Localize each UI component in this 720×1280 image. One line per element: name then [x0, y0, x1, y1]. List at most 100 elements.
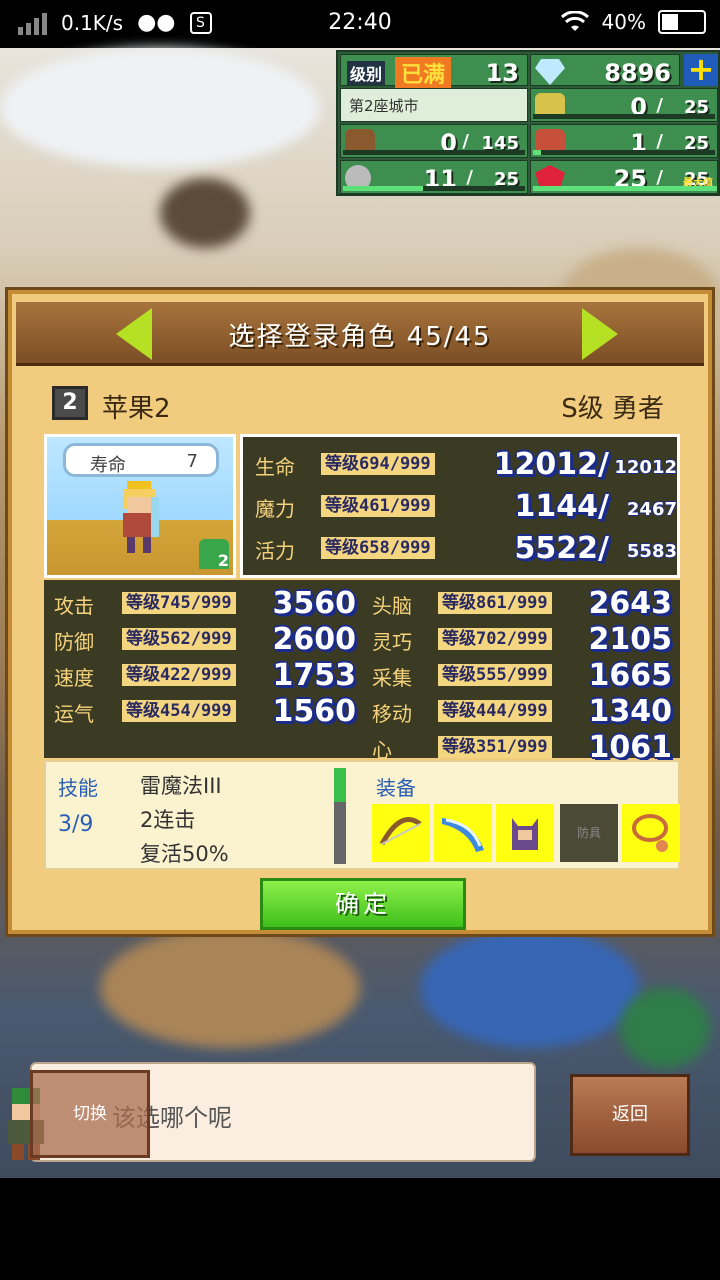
vital-max: 12012 — [614, 457, 677, 478]
skill-item[interactable]: 雷魔法III — [140, 770, 222, 800]
attribute-label: 心 — [372, 738, 392, 762]
attribute-row: 运气 等级454/999 1560 — [44, 694, 362, 730]
attribute-stats-panel: 攻击 等级745/999 3560 防御 等级562/999 2600 速度 等级422/99… — [44, 580, 680, 765]
attribute-label: 头脑 — [372, 594, 412, 618]
wood-cell: 0 / 145 — [340, 124, 528, 158]
attribute-value: 3560 — [272, 586, 357, 621]
attribute-label: 灵巧 — [372, 630, 412, 654]
battery-icon — [658, 10, 706, 34]
attribute-row: 采集 等级555/999 1665 — [362, 658, 680, 694]
stone-cell: 11 / 25 — [340, 160, 528, 194]
rank-cell: 级别 已满 13 — [340, 54, 528, 89]
attribute-level: 等级861/999 — [438, 592, 552, 614]
attribute-row: 防御 等级562/999 2600 — [44, 622, 362, 658]
character-portrait[interactable]: 寿命 7 2 — [44, 434, 236, 578]
vital-row: 生命 等级694/999 12012/12012 — [243, 447, 683, 483]
attribute-row: 灵巧 等级702/999 2105 — [362, 622, 680, 658]
attribute-value: 1340 — [588, 694, 673, 729]
confirm-button[interactable]: 确定 — [260, 878, 466, 930]
empty-armor-slot[interactable]: 防具 — [560, 804, 618, 862]
attribute-level: 等级562/999 — [122, 628, 236, 650]
gem-cell: 8896 — [530, 54, 680, 87]
generation-level-icon: 2 — [52, 386, 88, 420]
lifespan-value: 7 — [186, 451, 198, 472]
attribute-label: 移动 — [372, 702, 412, 726]
attribute-level: 等级555/999 — [438, 664, 552, 686]
screen-bottom-bar — [0, 1178, 720, 1280]
attribute-label: 攻击 — [54, 594, 94, 618]
gem-count: 8896 — [604, 59, 671, 87]
skills-scrollbar[interactable] — [334, 768, 346, 864]
lifespan-badge: 寿命 7 — [63, 443, 219, 477]
vital-row: 魔力 等级461/999 1144/2467 — [243, 489, 683, 525]
food-separator: / — [656, 131, 663, 152]
skills-label: 技能 — [58, 776, 98, 800]
switch-button[interactable]: 切换 — [30, 1070, 150, 1158]
skill-item[interactable]: 2连击 — [140, 804, 195, 834]
back-button[interactable]: 返回 — [570, 1074, 690, 1156]
attribute-level: 等级702/999 — [438, 628, 552, 650]
attribute-value: 1753 — [272, 658, 357, 693]
hero-sprite-icon — [123, 481, 159, 553]
attribute-row: 头脑 等级861/999 2643 — [362, 586, 680, 622]
crop-separator: / — [656, 95, 663, 116]
attribute-label: 采集 — [372, 666, 412, 690]
bow-icon[interactable] — [372, 804, 430, 862]
character-select-dialog: 选择登录角色 45/45 2 苹果2 S级 勇者 寿命 7 2 生命 等级694/… — [8, 290, 712, 934]
wood-separator: / — [462, 131, 469, 152]
skills-count: 3/9 — [58, 812, 94, 837]
attribute-level: 等级745/999 — [122, 592, 236, 614]
dialog-header: 选择登录角色 45/45 — [16, 302, 704, 366]
empty-armor-label: 防具 — [576, 826, 601, 840]
vital-level: 等级658/999 — [321, 537, 435, 559]
equipment-label: 装备 — [376, 776, 416, 800]
vital-level: 等级694/999 — [321, 453, 435, 475]
attribute-level: 等级444/999 — [438, 700, 552, 722]
vital-current: 5522/ — [514, 531, 609, 566]
add-gems-button[interactable]: + — [684, 53, 718, 86]
lifespan-label: 寿命 — [90, 455, 126, 476]
attribute-label: 速度 — [54, 666, 94, 690]
crop-cell: 0 / 25 — [530, 88, 718, 122]
stone-separator: / — [466, 167, 473, 188]
amulet-icon[interactable] — [622, 804, 680, 862]
blade-icon[interactable] — [434, 804, 492, 862]
vital-current: 12012/ — [493, 447, 609, 482]
vital-row: 活力 等级658/999 5522/5583 — [243, 531, 683, 567]
vital-label: 生命 — [255, 455, 295, 479]
vital-max: 2467 — [626, 499, 677, 520]
vital-stats-panel: 生命 等级694/999 12012/12012 魔力 等级461/999 1144/24… — [240, 434, 680, 578]
next-character-arrow-icon[interactable] — [582, 308, 618, 360]
generation-badge: 2 — [199, 539, 229, 570]
attribute-level: 等级422/999 — [122, 664, 236, 686]
character-class: S级 勇者 — [561, 394, 664, 424]
ruby-separator: / — [656, 167, 663, 188]
rank-value: 13 — [485, 59, 519, 87]
attribute-row: 速度 等级422/999 1753 — [44, 658, 362, 694]
food-cell: 1 / 25 — [530, 124, 718, 158]
cat-armor-icon[interactable] — [496, 804, 554, 862]
character-name: 苹果2 — [102, 394, 171, 424]
attribute-row: 移动 等级444/999 1340 — [362, 694, 680, 730]
vital-max: 5583 — [626, 541, 677, 562]
status-bar: 0.1K/s ●● S 22:40 40% — [0, 0, 720, 48]
attribute-row: 攻击 等级745/999 3560 — [44, 586, 362, 622]
attribute-value: 2643 — [588, 586, 673, 621]
wifi-icon — [560, 11, 589, 31]
attribute-value: 1665 — [588, 658, 673, 693]
rank-status: 已满 — [395, 57, 452, 89]
vital-level: 等级461/999 — [321, 495, 435, 517]
city-cell: 第2座城市 — [340, 88, 528, 122]
attribute-value: 2105 — [588, 622, 673, 657]
attribute-label: 防御 — [54, 630, 94, 654]
skills-equipment-panel: 技能 3/9 雷魔法III 2连击 复活50% 装备 防具 — [44, 760, 680, 870]
resource-panel: 级别 已满 13 8896 + 第2座城市 0 / 25 0 / 145 1 /… — [336, 50, 720, 196]
skill-item[interactable]: 复活50% — [140, 838, 229, 868]
attribute-value: 1560 — [272, 694, 357, 729]
ruby-cell: 25 / 25 最大值 — [530, 160, 718, 194]
rank-label: 级别 — [347, 61, 386, 85]
battery-percent: 40% — [601, 10, 646, 34]
attribute-label: 运气 — [54, 702, 94, 726]
vital-current: 1144/ — [514, 489, 609, 524]
attribute-value: 2600 — [272, 622, 357, 657]
